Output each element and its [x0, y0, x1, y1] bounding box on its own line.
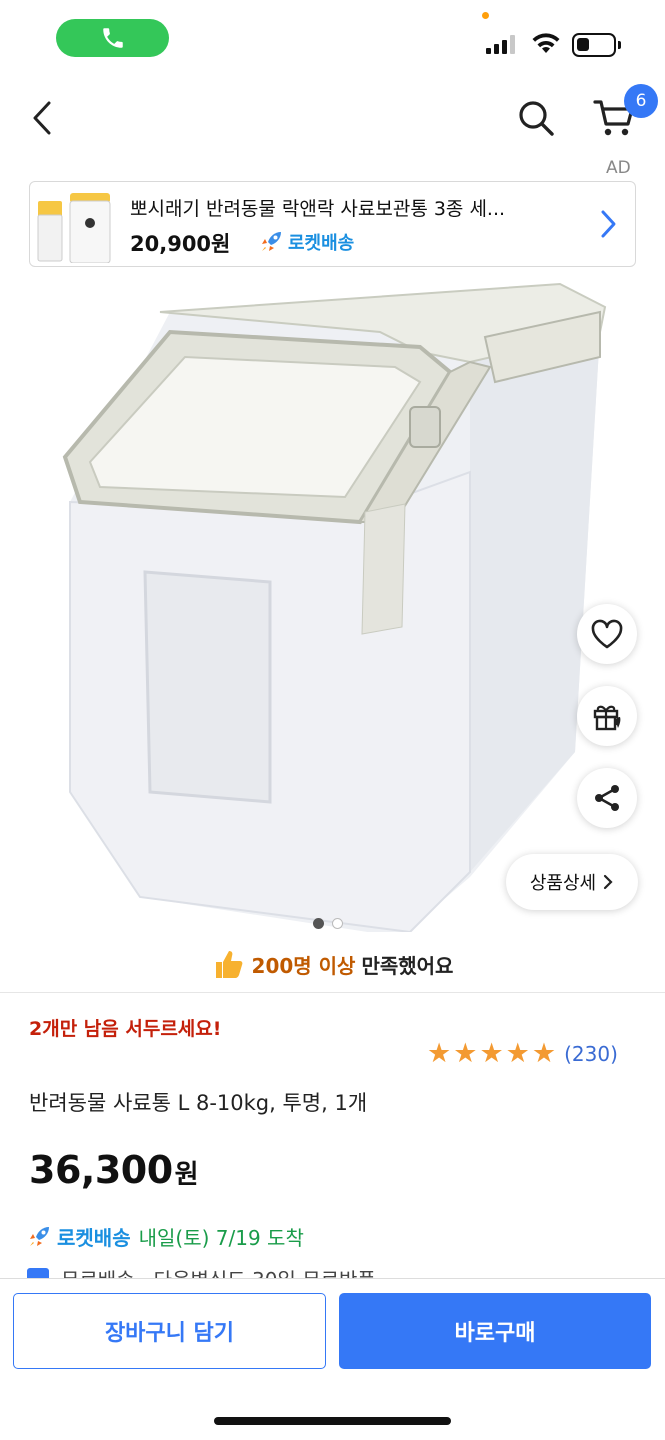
phone-icon	[102, 28, 123, 48]
ad-banner[interactable]: 뽀시래기 반려동물 락앤락 사료보관통 3종 세... 20,900원 로켓배송	[29, 181, 636, 267]
ad-rocket-label: 로켓배송	[288, 233, 355, 254]
bottom-action-bar: 장바구니 담기 바로구매	[0, 1278, 665, 1440]
ad-title: 뽀시래기 반려동물 락앤락 사료보관통 3종 세...	[130, 198, 506, 220]
active-call-pill[interactable]	[56, 19, 169, 57]
wishlist-button[interactable]	[577, 604, 637, 664]
back-button[interactable]	[22, 96, 62, 140]
cart-count-badge: 6	[624, 84, 658, 118]
star-icon: ★	[531, 1038, 557, 1069]
chevron-right-icon	[601, 210, 616, 238]
price-value: 36,300	[29, 1148, 173, 1192]
product-detail-button[interactable]: 상품상세	[506, 854, 638, 910]
pagination-dot[interactable]	[313, 918, 324, 929]
wifi-icon	[532, 33, 560, 53]
delivery-date: 내일(토) 7/19 도착	[138, 1226, 304, 1250]
battery-icon	[572, 33, 621, 57]
satisfaction-banner: 200명 이상 만족했어요	[0, 942, 665, 986]
back-icon	[33, 101, 51, 135]
stock-warning: 2개만 남음 서두르세요!	[29, 1018, 222, 1040]
product-title: 반려동물 사료통 L 8-10kg, 투명, 1개	[29, 1091, 368, 1115]
buy-now-button[interactable]: 바로구매	[339, 1293, 651, 1369]
gift-button[interactable]	[577, 686, 637, 746]
rocket-icon	[262, 232, 281, 251]
divider	[0, 992, 665, 993]
share-icon	[595, 785, 619, 811]
star-icon: ★	[505, 1038, 530, 1069]
star-icon: ★	[479, 1038, 504, 1069]
thumbs-up-icon	[215, 951, 242, 978]
shipping-text: 무료배송 · 다음변심도 30일 무료반품	[61, 1264, 376, 1278]
product-price: 36,300 원	[29, 1148, 199, 1192]
image-pagination	[313, 918, 343, 929]
satisfaction-text: 만족했어요	[361, 953, 454, 978]
satisfaction-count: 200명 이상	[251, 953, 356, 978]
privacy-indicator-dot	[482, 12, 489, 19]
cellular-signal-icon	[486, 34, 515, 54]
ad-rocket-delivery: 로켓배송	[259, 229, 354, 255]
share-button[interactable]	[577, 768, 637, 828]
star-icon: ★	[427, 1038, 452, 1069]
delivery-info: 로켓배송 내일(토) 7/19 도착	[27, 1222, 304, 1251]
search-button[interactable]	[512, 96, 560, 140]
review-count[interactable]: (230)	[564, 1042, 618, 1066]
ad-product-thumbnail	[37, 193, 111, 263]
rocket-icon	[30, 1226, 49, 1246]
truck-icon	[27, 1268, 49, 1278]
heart-icon	[591, 619, 623, 649]
product-image[interactable]	[0, 272, 665, 932]
product-detail-label: 상품상세	[529, 873, 597, 894]
ad-label: AD	[606, 158, 631, 178]
rating[interactable]: ★ ★ ★ ★ ★ (230)	[427, 1040, 618, 1068]
price-unit: 원	[174, 1160, 199, 1190]
status-bar	[0, 0, 665, 80]
chevron-right-icon	[604, 874, 613, 890]
add-to-cart-button[interactable]: 장바구니 담기	[13, 1293, 326, 1369]
home-indicator[interactable]	[214, 1417, 451, 1425]
shipping-row-partial: 무료배송 · 다음변심도 30일 무료반품	[27, 1264, 647, 1278]
ad-price: 20,900원	[130, 232, 231, 256]
pagination-dot[interactable]	[332, 918, 343, 929]
search-icon	[519, 101, 554, 136]
gift-icon	[593, 705, 621, 731]
delivery-brand: 로켓배송	[57, 1226, 131, 1250]
star-icon: ★	[453, 1038, 478, 1069]
